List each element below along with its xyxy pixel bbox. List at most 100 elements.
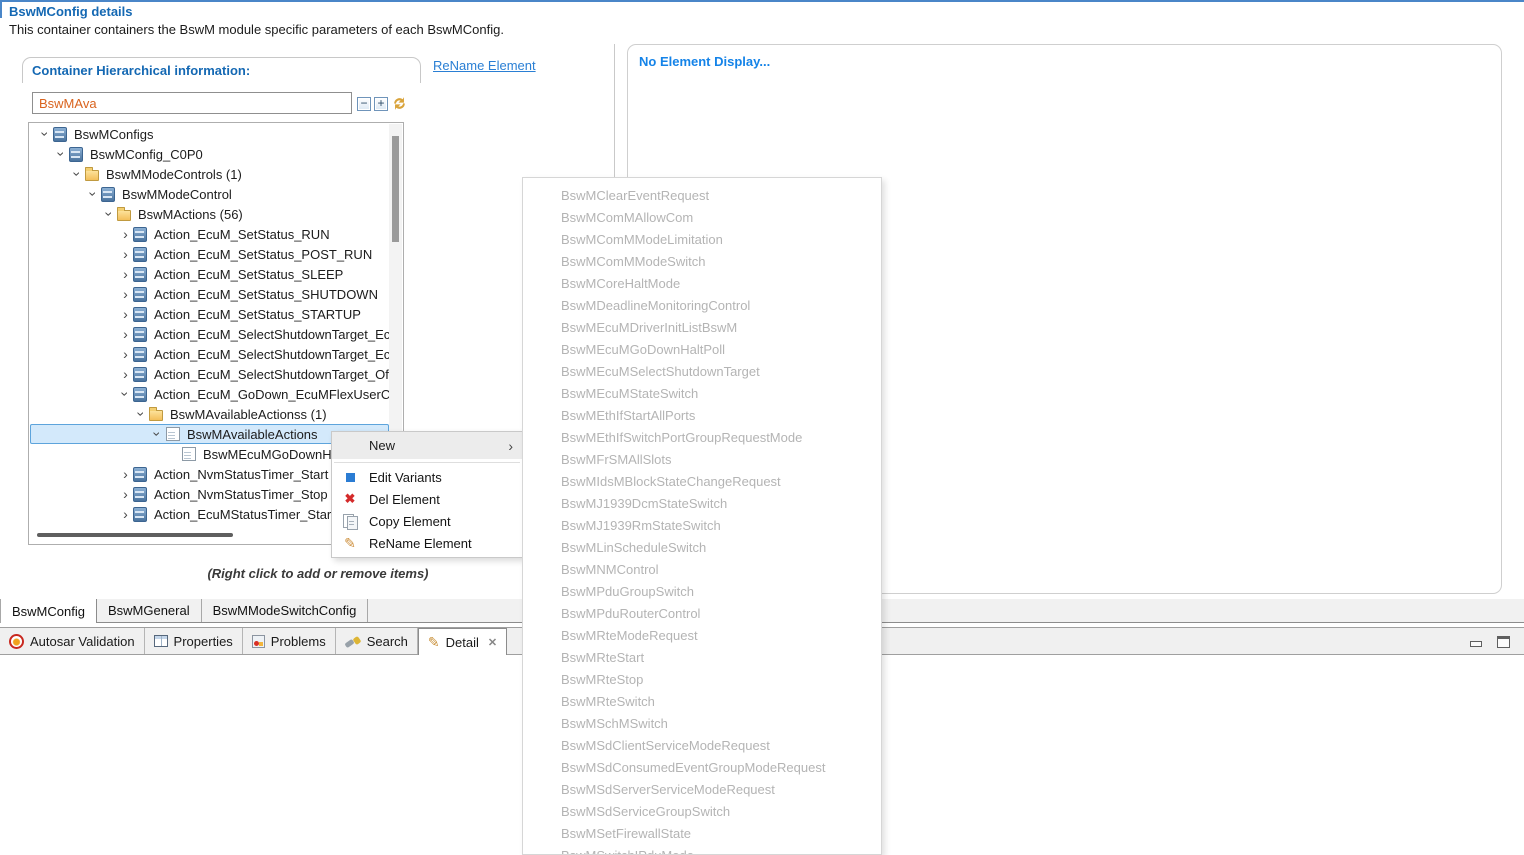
problems-icon [252,635,265,648]
tree-row-action-ecum-godown-ecumflexusercon[interactable]: Action_EcuM_GoDown_EcuMFlexUserCon [30,384,389,404]
chevron-right-icon[interactable] [118,227,133,241]
chevron-down-icon[interactable] [70,167,85,181]
tree-row-action-ecum-setstatus-shutdown[interactable]: Action_EcuM_SetStatus_SHUTDOWN [30,284,389,304]
submenu-item-bswmrtestart[interactable]: BswMRteStart [523,647,881,669]
chevron-down-icon[interactable] [150,427,165,441]
submenu-item-bswmschmswitch[interactable]: BswMSchMSwitch [523,713,881,735]
expand-all-icon[interactable]: + [374,97,388,111]
search-icon [345,634,361,649]
container-icon [133,367,147,382]
submenu-item-bswmrtestop[interactable]: BswMRteStop [523,669,881,691]
close-icon[interactable]: ✕ [488,636,497,649]
tree-row-action-ecum-setstatus-startup[interactable]: Action_EcuM_SetStatus_STARTUP [30,304,389,324]
view-tab-problems[interactable]: Problems [243,628,336,654]
tree-row-action-ecum-setstatus-run[interactable]: Action_EcuM_SetStatus_RUN [30,224,389,244]
horizontal-scrollbar[interactable] [37,533,233,537]
tree-row-bswmmodecontrols-1[interactable]: BswMModeControls (1) [30,164,389,184]
chevron-right-icon[interactable] [118,367,133,381]
context-menu: New › Edit VariantsDel ElementCopy Eleme… [331,431,523,558]
container-icon [133,227,147,242]
tab-bswmconfig[interactable]: BswMConfig [0,599,97,623]
chevron-right-icon[interactable] [118,467,133,481]
view-tab-autosar-validation[interactable]: Autosar Validation [0,628,145,654]
bswmconfig-details-page: BswMConfig details This container contai… [0,0,1524,855]
vertical-scrollbar-thumb[interactable] [392,136,399,242]
chevron-right-icon[interactable] [118,307,133,321]
tree-label: BswMActions (56) [137,207,243,222]
submenu-item-bswmcorehaltmode[interactable]: BswMCoreHaltMode [523,273,881,295]
submenu-item-bswmj1939dcmstateswitch[interactable]: BswMJ1939DcmStateSwitch [523,493,881,515]
chevron-down-icon[interactable] [54,147,69,161]
submenu-item-bswmsetfirewallstate[interactable]: BswMSetFirewallState [523,823,881,845]
tree-row-action-ecum-selectshutdowntarget-ecum[interactable]: Action_EcuM_SelectShutdownTarget_EcuM [30,324,389,344]
chevron-right-icon[interactable] [118,267,133,281]
tree-filter-input[interactable] [32,92,352,114]
submenu-item-bswmidsmblockstatechangerequest[interactable]: BswMIdsMBlockStateChangeRequest [523,471,881,493]
chevron-down-icon[interactable] [86,187,101,201]
submenu-item-bswmswitchipdumode[interactable]: BswMSwitchIPduMode [523,845,881,855]
sync-icon[interactable] [391,95,408,112]
chevron-down-icon[interactable] [102,207,117,221]
tab-bswmmodeswitchconfig[interactable]: BswMModeSwitchConfig [202,599,369,622]
collapse-all-icon[interactable]: − [357,97,371,111]
tree-row-action-ecum-selectshutdowntarget-off[interactable]: Action_EcuM_SelectShutdownTarget_Off [30,364,389,384]
tree-label: Action_EcuM_SetStatus_RUN [153,227,330,242]
submenu-item-bswmdeadlinemonitoringcontrol[interactable]: BswMDeadlineMonitoringControl [523,295,881,317]
tree-row-bswmactions-56[interactable]: BswMActions (56) [30,204,389,224]
submenu-item-bswmfrsmallslots[interactable]: BswMFrSMAllSlots [523,449,881,471]
chevron-right-icon[interactable] [118,487,133,501]
maximize-icon[interactable] [1497,636,1510,648]
rename-element-link[interactable]: ReName Element [433,58,536,73]
view-tab-label: Autosar Validation [30,634,135,649]
tree-row-bswmavailableactionss-1[interactable]: BswMAvailableActionss (1) [30,404,389,424]
menu-separator [334,462,520,463]
submenu-item-bswmsdclientservicemoderequest[interactable]: BswMSdClientServiceModeRequest [523,735,881,757]
menu-item-new[interactable]: New › [332,432,522,459]
submenu-item-bswmecumstateswitch[interactable]: BswMEcuMStateSwitch [523,383,881,405]
chevron-right-icon[interactable] [118,347,133,361]
chevron-down-icon[interactable] [38,127,53,141]
submenu-item-bswmsdconsumedeventgroupmoderequest[interactable]: BswMSdConsumedEventGroupModeRequest [523,757,881,779]
submenu-item-bswmethifstartallports[interactable]: BswMEthIfStartAllPorts [523,405,881,427]
submenu-item-bswmecumdriverinitlistbswm[interactable]: BswMEcuMDriverInitListBswM [523,317,881,339]
tree-row-action-ecum-setstatus-sleep[interactable]: Action_EcuM_SetStatus_SLEEP [30,264,389,284]
submenu-item-bswmcleareventrequest[interactable]: BswMClearEventRequest [523,185,881,207]
tree-row-action-ecum-selectshutdowntarget-ecum[interactable]: Action_EcuM_SelectShutdownTarget_EcuM [30,344,389,364]
menu-item-del-element[interactable]: Del Element [332,488,522,510]
submenu-item-bswmrteswitch[interactable]: BswMRteSwitch [523,691,881,713]
chevron-right-icon[interactable] [118,287,133,301]
menu-item-rename-element[interactable]: ReName Element [332,532,522,554]
tab-bswmgeneral[interactable]: BswMGeneral [97,599,202,622]
tree-row-bswmconfigs[interactable]: BswMConfigs [30,124,389,144]
submenu-item-bswmrtemoderequest[interactable]: BswMRteModeRequest [523,625,881,647]
chevron-right-icon[interactable] [118,247,133,261]
submenu-item-bswmnmcontrol[interactable]: BswMNMControl [523,559,881,581]
chevron-right-icon[interactable] [118,327,133,341]
view-tab-detail[interactable]: Detail✕ [418,628,507,655]
submenu-item-bswmpduroutercontrol[interactable]: BswMPduRouterControl [523,603,881,625]
submenu-item-bswmcommallowcom[interactable]: BswMComMAllowCom [523,207,881,229]
minimize-icon[interactable] [1470,641,1482,647]
submenu-item-bswmj1939rmstateswitch[interactable]: BswMJ1939RmStateSwitch [523,515,881,537]
view-tab-properties[interactable]: Properties [145,628,243,654]
submenu-item-bswmlinscheduleswitch[interactable]: BswMLinScheduleSwitch [523,537,881,559]
view-tab-search[interactable]: Search [336,628,418,654]
chevron-right-icon[interactable] [118,507,133,521]
submenu-item-bswmsdservicegroupswitch[interactable]: BswMSdServiceGroupSwitch [523,801,881,823]
tree-row-bswmconfig-c0p0[interactable]: BswMConfig_C0P0 [30,144,389,164]
container-icon [133,487,147,502]
menu-item-edit-variants[interactable]: Edit Variants [332,466,522,488]
submenu-item-bswmethifswitchportgrouprequestmode[interactable]: BswMEthIfSwitchPortGroupRequestMode [523,427,881,449]
submenu-item-bswmecumgodownhaltpoll[interactable]: BswMEcuMGoDownHaltPoll [523,339,881,361]
submenu-item-bswmecumselectshutdowntarget[interactable]: BswMEcuMSelectShutdownTarget [523,361,881,383]
menu-item-copy-element[interactable]: Copy Element [332,510,522,532]
chevron-down-icon[interactable] [118,387,133,401]
submenu-item-bswmsdserverservicemoderequest[interactable]: BswMSdServerServiceModeRequest [523,779,881,801]
submenu-item-bswmcommmodelimitation[interactable]: BswMComMModeLimitation [523,229,881,251]
submenu-item-bswmcommmodeswitch[interactable]: BswMComMModeSwitch [523,251,881,273]
tree-row-action-ecum-setstatus-post-run[interactable]: Action_EcuM_SetStatus_POST_RUN [30,244,389,264]
chevron-down-icon[interactable] [134,407,149,421]
tree-row-bswmmodecontrol[interactable]: BswMModeControl [30,184,389,204]
submenu-item-bswmpdugroupswitch[interactable]: BswMPduGroupSwitch [523,581,881,603]
container-icon [133,307,147,322]
